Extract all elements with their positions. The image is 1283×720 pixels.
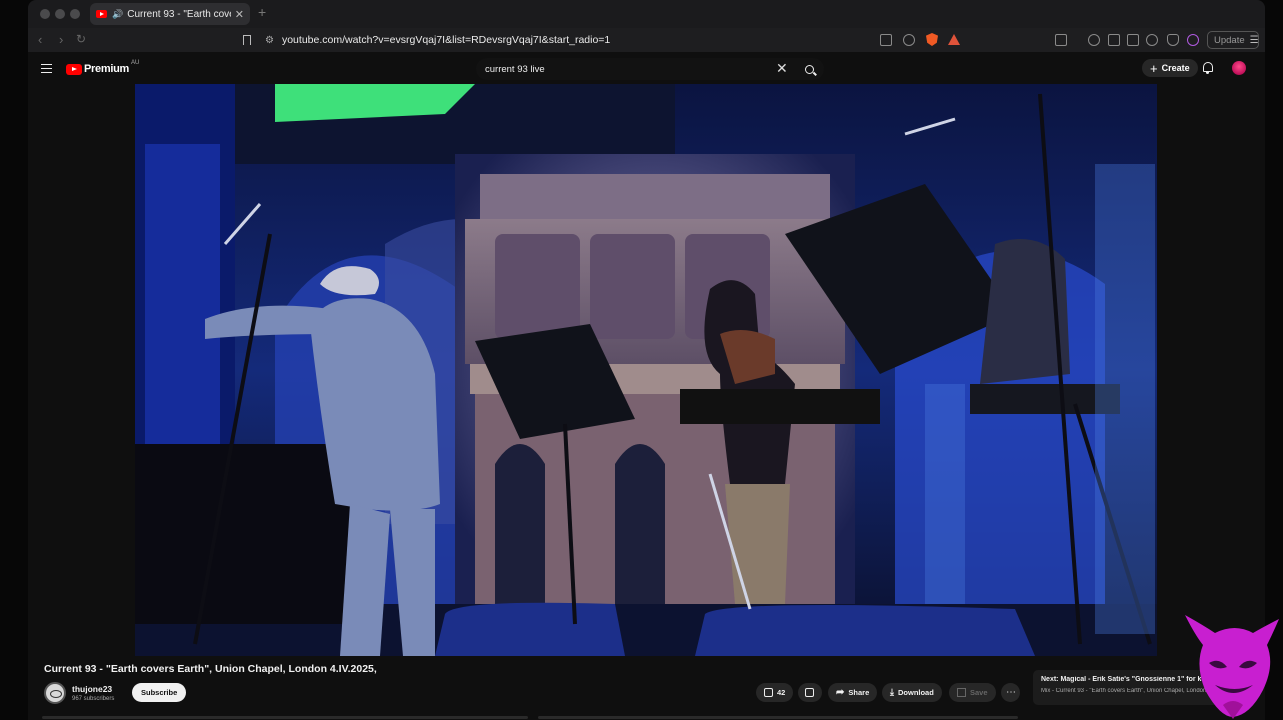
video-player[interactable] (135, 84, 1157, 656)
clear-search-icon[interactable]: ✕ (776, 60, 788, 77)
browser-tab-active[interactable]: 🔊 Current 93 - "Earth covers ✕ (90, 3, 250, 25)
search-input[interactable]: current 93 live (476, 58, 824, 80)
zoom-icon[interactable] (903, 34, 915, 46)
notifications-bell-icon[interactable] (1203, 62, 1213, 74)
maximize-window-dot[interactable] (70, 9, 80, 19)
comments-preview-strip (42, 716, 528, 719)
dislike-button[interactable] (798, 683, 822, 702)
region-code: AU (130, 60, 140, 66)
subscriber-count: 967 subscribers (72, 696, 115, 702)
browser-window: 🔊 Current 93 - "Earth covers ✕ + ‹ › ↻ ⚙… (28, 0, 1265, 720)
tab-close-icon[interactable]: ✕ (235, 8, 244, 21)
logo-text: Premium (84, 63, 129, 75)
save-button[interactable]: Save (949, 683, 996, 702)
save-to-playlist-icon (957, 688, 966, 697)
reload-button[interactable]: ↻ (76, 32, 86, 46)
guide-menu-icon[interactable] (41, 64, 52, 73)
thumbs-down-icon (805, 688, 814, 697)
plus-icon: + (1150, 60, 1158, 76)
youtube-favicon-icon (96, 10, 107, 18)
download-icon: ⤓ (890, 687, 894, 697)
brave-rewards-icon[interactable] (948, 34, 960, 45)
new-tab-button[interactable]: + (258, 4, 266, 20)
media-icon[interactable] (1088, 34, 1100, 46)
cast-icon[interactable] (880, 34, 892, 46)
back-button[interactable]: ‹ (38, 32, 42, 47)
youtube-masthead: Premium AU current 93 live ✕ + Create (28, 52, 1265, 84)
channel-name[interactable]: thujone23 (72, 684, 112, 694)
update-label: Update (1214, 34, 1245, 46)
search-button[interactable] (796, 57, 822, 81)
browser-toolbar: ‹ › ↻ ⚙ youtube.com/watch?v=evsrgVqaj7I&… (28, 28, 1265, 52)
site-settings-icon[interactable]: ⚙ (265, 35, 274, 46)
share-icon: ➦ (836, 687, 845, 698)
thumbs-up-icon (764, 688, 773, 697)
video-title: Current 93 - "Earth covers Earth", Union… (44, 663, 377, 675)
create-button[interactable]: + Create (1142, 59, 1198, 77)
extensions-icon[interactable] (1146, 34, 1158, 46)
bookmark-icon[interactable] (243, 35, 251, 45)
sidebar-icon[interactable] (1108, 34, 1120, 46)
devil-mascot-icon (1185, 615, 1279, 719)
below-fold-edge (28, 714, 1265, 720)
minimize-window-dot[interactable] (55, 9, 65, 19)
url-text[interactable]: youtube.com/watch?v=evsrgVqaj7I&list=RDe… (282, 34, 610, 46)
recommendation-preview-strip (538, 716, 1018, 719)
save-label: Save (970, 688, 988, 697)
share-button[interactable]: ➦ Share (828, 683, 878, 702)
download-label: Download (897, 688, 934, 697)
vpn-icon[interactable] (1167, 34, 1179, 46)
close-window-dot[interactable] (40, 9, 50, 19)
forward-button[interactable]: › (59, 32, 63, 47)
subscribe-button[interactable]: Subscribe (132, 683, 187, 702)
like-count: 42 (777, 688, 786, 697)
share-label: Share (848, 688, 870, 697)
video-frame (135, 84, 1157, 656)
channel-avatar[interactable] (44, 682, 66, 704)
wallet-icon[interactable] (1127, 34, 1139, 46)
menu-icon: ☰ (1249, 34, 1259, 46)
youtube-premium-logo[interactable]: Premium AU (66, 60, 140, 75)
create-label: Create (1161, 63, 1190, 73)
download-button[interactable]: ⤓ Download (882, 683, 942, 702)
tab-strip: 🔊 Current 93 - "Earth covers ✕ + (28, 0, 1265, 28)
search-icon (804, 64, 814, 74)
audio-playing-icon[interactable]: 🔊 (112, 9, 123, 20)
search-query: current 93 live (485, 63, 545, 75)
update-button[interactable]: Update ☰ (1207, 31, 1259, 49)
more-actions-button[interactable]: ⋯ (1001, 683, 1020, 702)
tab-title: Current 93 - "Earth covers (127, 8, 231, 20)
leo-icon[interactable] (1187, 34, 1199, 46)
youtube-play-icon (66, 63, 82, 75)
account-avatar[interactable] (1232, 61, 1246, 75)
like-button[interactable]: 42 (756, 683, 794, 702)
screenshot-icon[interactable] (1055, 34, 1067, 46)
